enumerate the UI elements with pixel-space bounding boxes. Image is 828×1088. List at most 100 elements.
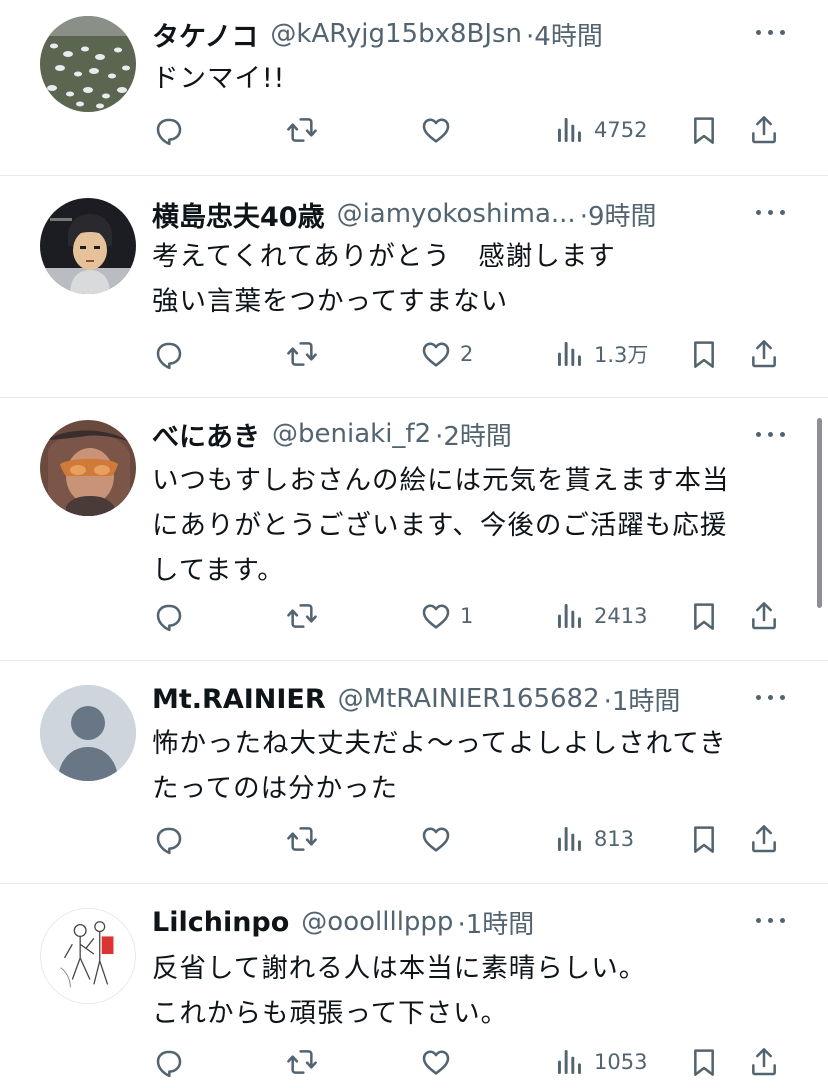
- more-icon[interactable]: [754, 200, 788, 224]
- user-name[interactable]: べにあき: [152, 415, 260, 454]
- share-button[interactable]: [748, 1042, 780, 1082]
- share-icon: [748, 114, 780, 146]
- user-name[interactable]: 横島忠夫40歳: [152, 195, 325, 234]
- views-button[interactable]: 4752: [554, 110, 647, 150]
- like-button[interactable]: [420, 819, 460, 859]
- tweet-actions: 4752: [152, 110, 788, 150]
- like-button[interactable]: [420, 110, 460, 150]
- tweet-text: いつもすしおさんの絵には元気を貰えます本当 にありがとうございます、今後のご活躍…: [152, 465, 730, 586]
- view-count: 1053: [594, 1050, 648, 1074]
- timestamp[interactable]: ·1時間: [457, 904, 534, 941]
- tweet[interactable]: Mt.RAINIER @MtRAINIER165682 ·1時間 怖かったね大丈…: [0, 661, 828, 884]
- views-button[interactable]: 1053: [554, 1042, 647, 1082]
- tweet[interactable]: Lilchinpo @ooollllppp ·1時間 反省して謝れる人は本当に素…: [0, 884, 828, 1088]
- bookmark-icon: [688, 338, 720, 370]
- tweet-header: Mt.RAINIER @MtRAINIER165682 ·1時間: [152, 679, 758, 719]
- reply-button[interactable]: [152, 334, 184, 374]
- share-icon: [748, 1046, 780, 1078]
- bookmark-button[interactable]: [688, 110, 720, 150]
- reply-icon: [152, 1046, 184, 1078]
- user-handle[interactable]: @beniaki_f2: [272, 419, 431, 449]
- sketch-figures-image: [41, 909, 135, 1003]
- avatar[interactable]: [40, 685, 136, 781]
- bookmark-icon: [688, 1046, 720, 1078]
- retweet-button[interactable]: [286, 110, 318, 150]
- tweet[interactable]: べにあき @beniaki_f2 ·2時間 いつもすしおさんの絵には元気を貰えま…: [0, 398, 828, 661]
- tweet-text: 反省して謝れる人は本当に素晴らしい。 これからも頑張って下さい。: [152, 953, 647, 1029]
- retweet-icon: [286, 1046, 318, 1078]
- tweet[interactable]: タケノコ @kARyjg15bx8BJsn ·4時間 ドンマイ!! 4752: [0, 0, 828, 176]
- reply-button[interactable]: [152, 1042, 184, 1082]
- bookmark-button[interactable]: [688, 334, 720, 374]
- share-button[interactable]: [748, 819, 780, 859]
- more-icon[interactable]: [754, 422, 788, 446]
- user-name[interactable]: Mt.RAINIER: [152, 684, 326, 715]
- share-button[interactable]: [748, 596, 780, 636]
- views-icon: [554, 1046, 586, 1078]
- reply-button[interactable]: [152, 110, 184, 150]
- user-name[interactable]: タケノコ: [152, 15, 258, 54]
- more-icon[interactable]: [754, 685, 788, 709]
- like-button[interactable]: [420, 1042, 460, 1082]
- like-icon: [420, 338, 452, 370]
- retweet-button[interactable]: [286, 596, 318, 636]
- timestamp[interactable]: ·2時間: [435, 416, 512, 453]
- retweet-button[interactable]: [286, 1042, 318, 1082]
- timestamp[interactable]: ·4時間: [526, 16, 603, 53]
- like-icon: [420, 114, 452, 146]
- bookmark-button[interactable]: [688, 596, 720, 636]
- retweet-icon: [286, 338, 318, 370]
- views-icon: [554, 338, 586, 370]
- default-avatar-image: [40, 685, 136, 781]
- retweet-icon: [286, 600, 318, 632]
- share-icon: [748, 823, 780, 855]
- tweet[interactable]: 横島忠夫40歳 @iamyokoshima... ·9時間 考えてくれてありがと…: [0, 176, 828, 398]
- like-icon: [420, 823, 452, 855]
- bookmark-button[interactable]: [688, 1042, 720, 1082]
- bookmark-icon: [688, 823, 720, 855]
- reply-button[interactable]: [152, 819, 184, 859]
- more-icon[interactable]: [754, 908, 788, 932]
- views-button[interactable]: 1.3万: [554, 334, 648, 374]
- tweet-actions: 2 1.3万: [152, 334, 788, 374]
- like-button[interactable]: 1: [420, 596, 473, 636]
- scrollbar[interactable]: [817, 418, 822, 608]
- retweet-icon: [286, 114, 318, 146]
- avatar[interactable]: [40, 908, 136, 1004]
- retweet-icon: [286, 823, 318, 855]
- user-handle[interactable]: @ooollllppp: [301, 907, 453, 937]
- like-button[interactable]: 2: [420, 334, 473, 374]
- user-handle[interactable]: @MtRAINIER165682: [338, 684, 600, 714]
- anime-character-image: [40, 198, 136, 294]
- views-button[interactable]: 2413: [554, 596, 647, 636]
- tweet-actions: 1053: [152, 1042, 788, 1082]
- more-icon[interactable]: [754, 20, 788, 44]
- tweet-header: タケノコ @kARyjg15bx8BJsn ·4時間: [152, 14, 758, 54]
- retweet-button[interactable]: [286, 819, 318, 859]
- retweet-button[interactable]: [286, 334, 318, 374]
- avatar[interactable]: [40, 198, 136, 294]
- tweet-header: べにあき @beniaki_f2 ·2時間: [152, 414, 758, 454]
- share-button[interactable]: [748, 334, 780, 374]
- reply-button[interactable]: [152, 596, 184, 636]
- user-handle[interactable]: @iamyokoshima...: [337, 199, 576, 229]
- view-count: 4752: [594, 118, 648, 142]
- views-button[interactable]: 813: [554, 819, 634, 859]
- user-handle[interactable]: @kARyjg15bx8BJsn: [270, 19, 522, 49]
- view-count: 1.3万: [594, 343, 649, 367]
- avatar[interactable]: [40, 420, 136, 516]
- share-icon: [748, 600, 780, 632]
- timestamp[interactable]: ·9時間: [580, 196, 657, 233]
- reply-icon: [152, 338, 184, 370]
- share-button[interactable]: [748, 110, 780, 150]
- tweet-text: ドンマイ!!: [152, 63, 286, 94]
- timestamp[interactable]: ·1時間: [604, 681, 681, 718]
- tweet-header: 横島忠夫40歳 @iamyokoshima... ·9時間: [152, 194, 758, 234]
- tweet-actions: 1 2413: [152, 596, 788, 636]
- bookmark-icon: [688, 114, 720, 146]
- avatar[interactable]: [40, 16, 136, 112]
- bookmark-icon: [688, 600, 720, 632]
- reply-icon: [152, 600, 184, 632]
- bookmark-button[interactable]: [688, 819, 720, 859]
- user-name[interactable]: Lilchinpo: [152, 907, 289, 938]
